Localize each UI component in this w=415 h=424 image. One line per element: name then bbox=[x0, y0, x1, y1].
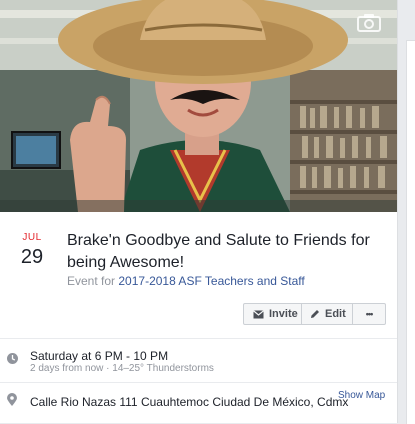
event-for-prefix: Event for bbox=[67, 274, 116, 288]
event-time[interactable]: Saturday at 6 PM - 10 PM bbox=[30, 349, 168, 363]
map-pin-icon bbox=[6, 393, 18, 412]
event-location[interactable]: Calle Rio Nazas 111 Cuauhtemoc Ciudad De… bbox=[30, 395, 348, 409]
envelope-icon bbox=[253, 309, 264, 319]
event-date-badge: JUL 29 bbox=[18, 232, 46, 269]
divider bbox=[0, 382, 397, 383]
invite-button[interactable]: Invite bbox=[243, 303, 302, 325]
camera-icon bbox=[357, 14, 381, 32]
event-host-line: Event for 2017-2018 ASF Teachers and Sta… bbox=[67, 274, 305, 288]
adjacent-panel bbox=[406, 40, 415, 424]
event-cover-photo[interactable] bbox=[0, 0, 397, 212]
event-card: JUL 29 Brake'n Goodbye and Salute to Fri… bbox=[0, 0, 398, 423]
clock-icon bbox=[6, 352, 19, 370]
cover-photo-image bbox=[0, 0, 397, 212]
invite-button-label: Invite bbox=[269, 308, 298, 320]
more-options-button[interactable]: ••• bbox=[352, 303, 386, 325]
divider bbox=[0, 338, 397, 339]
edit-button-label: Edit bbox=[325, 308, 346, 320]
event-group-link[interactable]: 2017-2018 ASF Teachers and Staff bbox=[118, 274, 304, 288]
event-action-bar: Invite Edit ••• bbox=[243, 303, 386, 325]
event-day: 29 bbox=[20, 246, 44, 268]
event-title: Brake'n Goodbye and Salute to Friends fo… bbox=[67, 232, 370, 271]
event-time-subtext: 2 days from now · 14–25° Thunderstorms bbox=[30, 363, 214, 374]
cover-camera-button[interactable] bbox=[355, 10, 383, 34]
event-month: JUL bbox=[22, 232, 42, 243]
edit-button[interactable]: Edit bbox=[301, 303, 353, 325]
more-options-label: ••• bbox=[365, 309, 374, 319]
pencil-icon bbox=[310, 309, 320, 319]
page-background-strip bbox=[398, 0, 415, 424]
show-map-link[interactable]: Show Map bbox=[338, 390, 385, 401]
